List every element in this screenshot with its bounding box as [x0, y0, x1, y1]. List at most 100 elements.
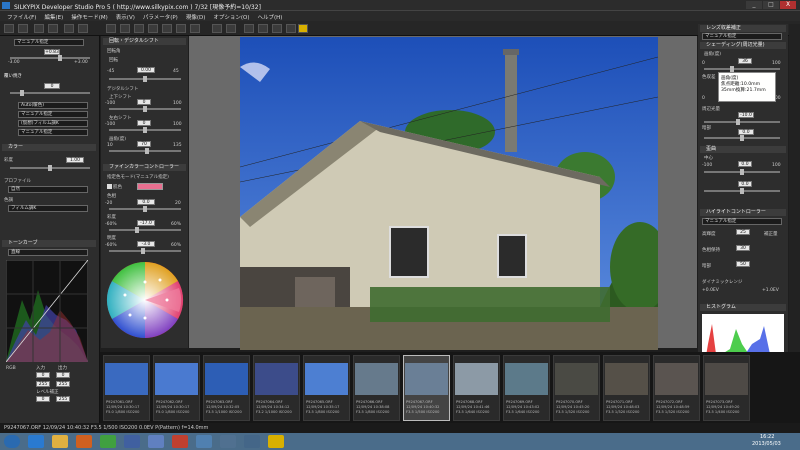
ie-icon[interactable] [28, 435, 44, 448]
app-icon-6[interactable] [148, 435, 164, 448]
thumb-4[interactable]: P9247064.ORF 12/09/24 10:34:12 F3.2 1/1000… [253, 355, 300, 421]
compare-icon[interactable] [258, 24, 268, 33]
close-button[interactable]: X [780, 1, 796, 9]
hl-value-1[interactable]: 25 [736, 229, 750, 235]
explorer-icon[interactable] [52, 435, 68, 448]
noise-tool-icon[interactable] [176, 24, 186, 33]
thumb-9[interactable]: P9247069.ORF 12/09/24 10:43:02 F3.5 1/640 … [503, 355, 550, 421]
thumb-12[interactable]: P9247072.ORF 12/09/24 10:48:59 F3.5 1/320 … [653, 355, 700, 421]
app-icon-9[interactable] [220, 435, 236, 448]
highlight-slider[interactable] [10, 90, 90, 96]
thumb-10[interactable]: P9247070.ORF 12/09/24 10:45:20 F3.5 1/320 … [553, 355, 600, 421]
tone-tool-icon[interactable] [134, 24, 144, 33]
lr-shift-slider[interactable] [109, 127, 181, 133]
distortion-value[interactable]: 0.0 [738, 161, 752, 167]
saturation-value[interactable]: 1.00 [66, 157, 84, 163]
exposure-tool-icon[interactable] [106, 24, 116, 33]
start-button-icon[interactable] [4, 435, 20, 448]
saturation-slider[interactable] [10, 165, 90, 171]
grid-icon[interactable] [244, 24, 254, 33]
save-icon[interactable] [48, 24, 58, 33]
menu-develop[interactable]: 現像(D) [182, 11, 210, 21]
distortion-value-2[interactable]: 0.0 [738, 181, 752, 187]
thumb-3[interactable]: P9247063.ORF 12/09/24 10:32:05 F3.5 1/1000… [203, 355, 250, 421]
wb-manual-select[interactable]: マニュアル指定 [18, 111, 88, 118]
tone-curve-header[interactable]: トーンカーブ [2, 240, 97, 247]
tone-select[interactable]: フィルム調K [8, 205, 88, 212]
thumb-8[interactable]: P9247068.ORF 12/09/24 10:41:46 F3.5 1/640 … [453, 355, 500, 421]
fine-sat-slider[interactable] [109, 227, 181, 233]
hl-value-2[interactable]: 30 [736, 245, 750, 251]
thumb-6[interactable]: P9247066.ORF 12/09/24 10:38:08 F3.5 1/800 … [353, 355, 400, 421]
ca-slider-2[interactable] [704, 135, 780, 141]
color-checkbox[interactable] [107, 184, 112, 189]
sharp-tool-icon[interactable] [162, 24, 172, 33]
lr-shift-value[interactable]: 0 [137, 120, 151, 126]
scale-slider[interactable] [109, 148, 181, 154]
select-tool-icon[interactable] [4, 24, 14, 33]
exposure-select[interactable]: マニュアル指定 [14, 39, 84, 46]
thumb-5[interactable]: P9247065.ORF 12/09/24 10:35:17 F3.5 1/800 … [303, 355, 350, 421]
rotate-tool-icon[interactable] [190, 24, 200, 33]
app-icon-4[interactable] [100, 435, 116, 448]
histogram-header[interactable]: ヒストグラム [700, 304, 786, 311]
silkypix-icon[interactable] [298, 24, 308, 33]
minimize-button[interactable]: _ [746, 1, 762, 9]
wb-tool-icon[interactable] [120, 24, 130, 33]
app-icon-10[interactable] [244, 435, 260, 448]
hue-slider[interactable] [109, 206, 181, 212]
input-high[interactable]: 255 [36, 381, 50, 387]
up-shift-value[interactable]: 0 [137, 99, 151, 105]
bright-slider[interactable] [109, 248, 181, 254]
silkypix-taskbar-icon[interactable] [268, 435, 284, 448]
batch-icon[interactable] [286, 24, 296, 33]
shading-value[interactable]: 36 [738, 58, 752, 64]
shading-slider[interactable] [704, 66, 780, 72]
thumb-11[interactable]: P9247071.ORF 12/09/24 10:48:03 F3.5 1/320 … [603, 355, 650, 421]
ca-value[interactable]: -10.0 [738, 112, 754, 118]
curve-preset-select[interactable]: 直線 [8, 249, 88, 256]
bright-value[interactable]: -3.0 [137, 241, 155, 247]
chrome-icon[interactable] [172, 435, 188, 448]
menu-view[interactable]: 表示(V) [112, 11, 139, 21]
thumb-1[interactable]: P9247061.ORF 12/09/24 10:30:17 F5.0 1/800 … [103, 355, 150, 421]
fit-icon[interactable] [226, 24, 236, 33]
color-section-header[interactable]: カラー [2, 144, 97, 151]
profile-select[interactable]: 自然 [8, 186, 88, 193]
maximize-button[interactable]: □ [763, 1, 779, 9]
redo-icon[interactable] [78, 24, 88, 33]
thumb-7-selected[interactable]: P9247067.ORF 12/09/24 10:40:32 F3.5 1/500 … [403, 355, 450, 421]
wb-auto-select[interactable]: Auto(暖色) [18, 102, 88, 109]
distortion-slider[interactable] [704, 169, 780, 175]
distortion-slider-2[interactable] [704, 188, 780, 194]
rotate-section-header[interactable]: 回転・デジタルシフト [103, 38, 186, 45]
target-color-swatch[interactable] [137, 183, 163, 190]
manual-select-2[interactable]: マニュアル指定 [18, 129, 88, 136]
level-high[interactable]: 255 [56, 396, 70, 402]
menu-edit[interactable]: 編集(E) [40, 11, 67, 21]
folder-icon[interactable] [34, 24, 44, 33]
menu-mode[interactable]: 操作モード(M) [67, 11, 112, 21]
color-tool-icon[interactable] [148, 24, 158, 33]
lens-mode-select[interactable]: マニュアル指定 [702, 33, 782, 40]
fine-sat-value[interactable]: -17.0 [137, 220, 155, 226]
menu-help[interactable]: ヘルプ(H) [253, 11, 286, 21]
distortion-header[interactable]: 歪曲 [700, 146, 786, 153]
shading-section-header[interactable]: シェーディング(周辺光量) [700, 42, 786, 49]
zoom-icon[interactable] [212, 24, 222, 33]
input-low[interactable]: 0 [36, 372, 50, 378]
scale-value[interactable]: 70 [137, 141, 151, 147]
media-icon[interactable] [76, 435, 92, 448]
right-scrollbar[interactable] [789, 24, 800, 384]
rotate-slider[interactable] [109, 76, 181, 82]
develop-icon[interactable] [272, 24, 282, 33]
level-low[interactable]: 0 [36, 396, 50, 402]
menu-file[interactable]: ファイル(F) [3, 11, 40, 21]
hue-value[interactable]: 0.0 [137, 199, 155, 205]
thumb-2[interactable]: P9247062.ORF 12/09/24 10:30:17 F5.0 1/800 … [153, 355, 200, 421]
tone-curve-graph[interactable] [6, 260, 88, 362]
highlight-controller-header[interactable]: ハイライトコントローラー [700, 209, 786, 216]
fine-color-header[interactable]: ファインカラーコントローラー [103, 164, 186, 171]
highlight-mode-select[interactable]: マニュアル指定 [702, 218, 782, 225]
rotate-value[interactable]: 0.00 [137, 67, 155, 73]
